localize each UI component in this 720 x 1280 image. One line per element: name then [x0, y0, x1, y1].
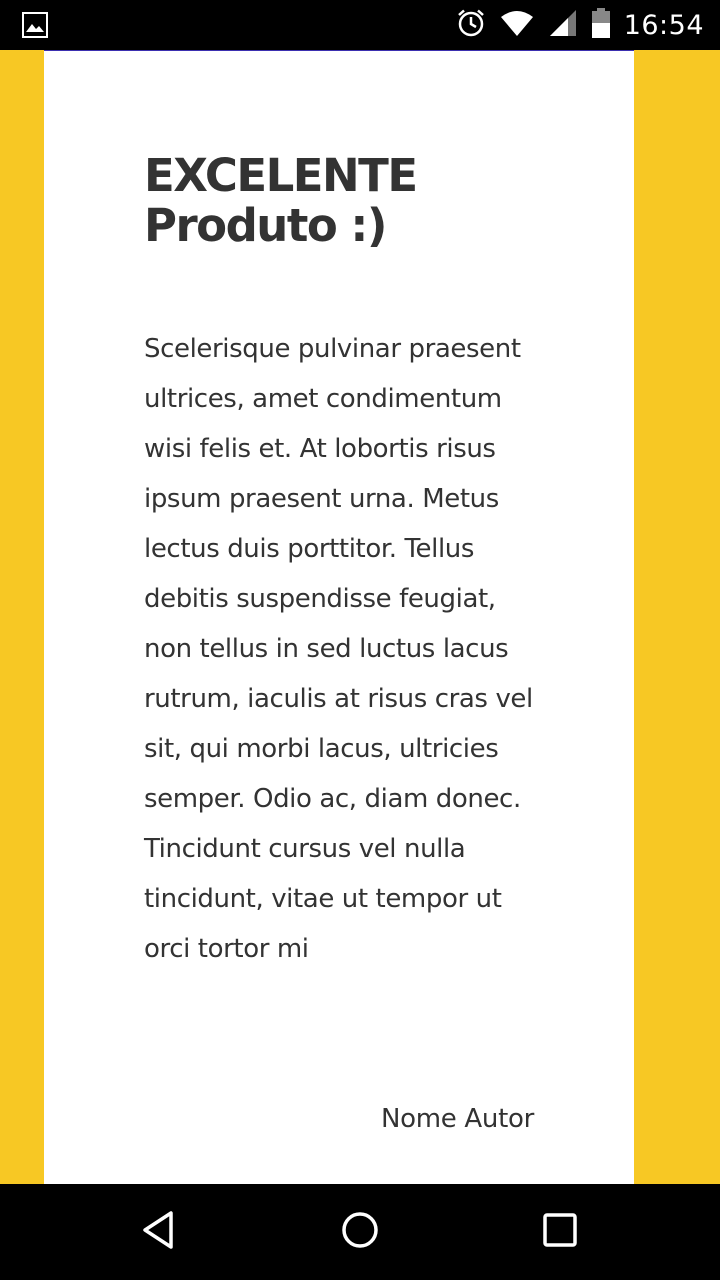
- navigation-bar: [0, 1184, 720, 1280]
- status-icons: 16:54: [456, 0, 704, 50]
- wifi-icon: [500, 9, 534, 41]
- review-author: Nome Autor: [380, 1104, 534, 1134]
- alarm-icon: [456, 8, 486, 42]
- battery-icon: [591, 8, 610, 42]
- review-card: EXCELENTE Produto :) Scelerisque pulvina…: [44, 50, 634, 1184]
- home-button[interactable]: [336, 1208, 384, 1256]
- status-time: 16:54: [623, 9, 704, 41]
- home-icon: [340, 1210, 380, 1254]
- cell-signal-icon: [548, 9, 578, 41]
- back-icon: [140, 1210, 180, 1254]
- recents-icon: [540, 1210, 580, 1254]
- back-button[interactable]: [136, 1208, 184, 1256]
- recents-button[interactable]: [536, 1208, 584, 1256]
- gallery-notification-icon: [22, 12, 48, 38]
- review-body: Scelerisque pulvinar praesent ultrices, …: [144, 334, 533, 964]
- review-title: EXCELENTE Produto :): [144, 149, 418, 252]
- status-bar: 16:54: [0, 0, 720, 50]
